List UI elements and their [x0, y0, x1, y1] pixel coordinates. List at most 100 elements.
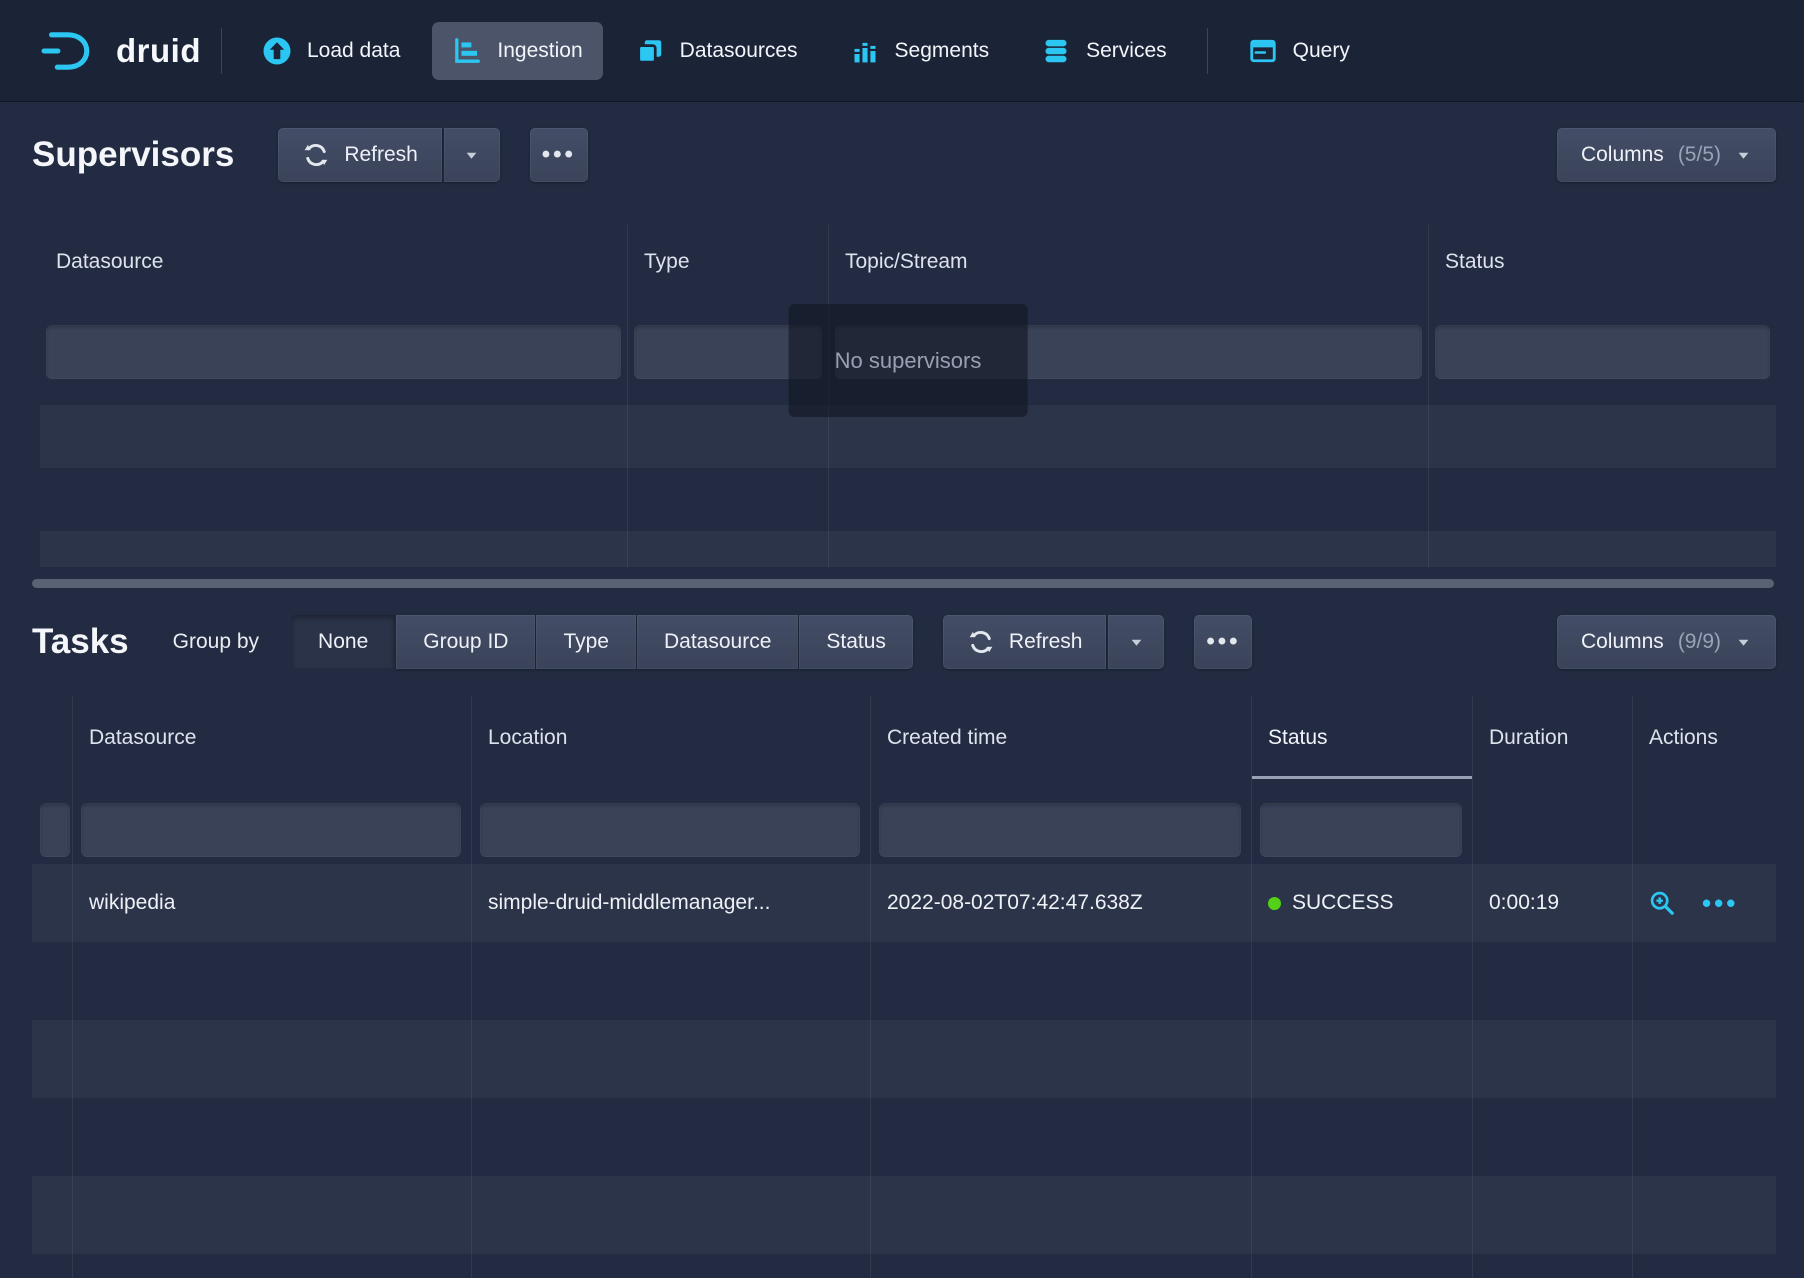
nav-label: Segments: [895, 39, 990, 63]
nav-label: Ingestion: [497, 39, 582, 63]
segments-icon: [850, 36, 880, 66]
tasks-header-row: Datasource Location Created time Status …: [32, 696, 1776, 779]
more-icon: •••: [542, 143, 576, 167]
ingestion-icon: [452, 36, 482, 66]
empty-row: [32, 1098, 1776, 1176]
refresh-icon: [967, 628, 995, 656]
empty-row: [40, 531, 1776, 567]
main-navigation: Load data Ingestion Datasources: [242, 22, 1187, 80]
tasks-columns-button[interactable]: Columns (9/9): [1557, 615, 1776, 669]
group-by-segmented-control: None Group ID Type Datasource Status: [291, 615, 913, 669]
column-header[interactable]: Location: [471, 696, 870, 779]
tasks-refresh-group: Refresh: [943, 615, 1165, 669]
nav-label: Datasources: [680, 39, 798, 63]
task-datasource-cell: wikipedia: [72, 864, 471, 942]
chevron-down-icon: [1735, 634, 1752, 651]
empty-row: [32, 1176, 1776, 1254]
supervisors-toolbar: Supervisors Refresh •••: [32, 125, 1776, 185]
row-number-filter-input[interactable]: [40, 803, 70, 857]
druid-logo[interactable]: druid: [40, 29, 201, 73]
status-dot: [1268, 897, 1281, 910]
refresh-label: Refresh: [344, 143, 418, 167]
brand-text: druid: [116, 32, 201, 70]
tasks-refresh-dropdown-button[interactable]: [1108, 615, 1164, 669]
group-by-datasource-button[interactable]: Datasource: [637, 615, 798, 669]
nav-services[interactable]: Services: [1021, 22, 1187, 80]
tasks-filter-row: [32, 779, 1776, 864]
supervisors-refresh-button[interactable]: Refresh: [278, 128, 442, 182]
nav-ingestion[interactable]: Ingestion: [432, 22, 602, 80]
supervisors-section: Supervisors Refresh •••: [0, 125, 1804, 588]
task-status-cell: SUCCESS: [1251, 864, 1472, 942]
group-by-type-button[interactable]: Type: [536, 615, 636, 669]
chevron-down-icon: [463, 147, 480, 164]
empty-state-message: No supervisors: [789, 304, 1028, 417]
column-header[interactable]: Datasource: [40, 225, 627, 299]
empty-row: [40, 468, 1776, 531]
column-header[interactable]: Created time: [870, 696, 1251, 779]
tasks-more-button[interactable]: •••: [1194, 615, 1252, 669]
chevron-down-icon: [1128, 634, 1145, 651]
supervisors-columns-button[interactable]: Columns (5/5): [1557, 128, 1776, 182]
task-row[interactable]: wikipedia simple-druid-middlemanager... …: [32, 864, 1776, 942]
created-time-filter-input[interactable]: [879, 803, 1241, 857]
row-more-actions-icon[interactable]: •••: [1702, 890, 1738, 916]
row-number-column-header: [32, 696, 72, 779]
query-navigation: Query: [1228, 22, 1370, 80]
chevron-down-icon: [1735, 147, 1752, 164]
column-header[interactable]: Datasource: [72, 696, 471, 779]
datasources-icon: [635, 36, 665, 66]
status-filter-input[interactable]: [1435, 325, 1770, 379]
more-icon: •••: [1206, 630, 1240, 654]
task-created-time-cell: 2022-08-02T07:42:47.638Z: [870, 864, 1251, 942]
datasource-filter-input[interactable]: [81, 803, 461, 857]
task-location-cell: simple-druid-middlemanager...: [471, 864, 870, 942]
upload-icon: [262, 36, 292, 66]
column-header[interactable]: Status: [1428, 225, 1776, 299]
supervisors-title: Supervisors: [32, 135, 234, 175]
empty-row: [32, 942, 1776, 1020]
refresh-icon: [302, 141, 330, 169]
location-filter-input[interactable]: [480, 803, 860, 857]
task-actions-cell: •••: [1632, 864, 1776, 942]
column-header[interactable]: Topic/Stream: [828, 225, 1428, 299]
task-duration-cell: 0:00:19: [1472, 864, 1632, 942]
columns-label: Columns: [1581, 143, 1664, 167]
status-filter-input[interactable]: [1260, 803, 1462, 857]
navbar-divider: [1207, 28, 1208, 74]
group-by-label: Group by: [173, 630, 259, 654]
nav-query[interactable]: Query: [1228, 22, 1370, 80]
column-header[interactable]: Duration: [1472, 696, 1632, 779]
magnifier-plus-icon[interactable]: [1649, 890, 1676, 917]
supervisors-refresh-group: Refresh: [278, 128, 500, 182]
column-header[interactable]: Type: [627, 225, 828, 299]
column-header-sorted[interactable]: Status: [1251, 696, 1472, 779]
group-by-status-button[interactable]: Status: [799, 615, 913, 669]
tasks-toolbar: Tasks Group by None Group ID Type Dataso…: [32, 612, 1776, 672]
nav-load-data[interactable]: Load data: [242, 22, 420, 80]
query-icon: [1248, 36, 1278, 66]
tasks-table: Datasource Location Created time Status …: [32, 696, 1776, 1278]
nav-label: Query: [1293, 39, 1350, 63]
navbar-divider: [221, 28, 222, 74]
empty-row: [32, 1020, 1776, 1098]
group-by-group-id-button[interactable]: Group ID: [396, 615, 535, 669]
supervisors-header-row: Datasource Type Topic/Stream Status: [40, 225, 1776, 299]
tasks-title: Tasks: [32, 622, 129, 662]
columns-label: Columns: [1581, 630, 1664, 654]
supervisors-refresh-dropdown-button[interactable]: [444, 128, 500, 182]
supervisors-more-button[interactable]: •••: [530, 128, 588, 182]
columns-count: (5/5): [1678, 143, 1721, 167]
nav-label: Load data: [307, 39, 400, 63]
empty-row: [32, 1254, 1776, 1278]
column-header[interactable]: Actions: [1632, 696, 1776, 779]
group-by-none-button[interactable]: None: [291, 615, 395, 669]
columns-count: (9/9): [1678, 630, 1721, 654]
nav-datasources[interactable]: Datasources: [615, 22, 818, 80]
datasource-filter-input[interactable]: [46, 325, 621, 379]
nav-segments[interactable]: Segments: [830, 22, 1010, 80]
horizontal-scrollbar[interactable]: [32, 579, 1774, 588]
services-icon: [1041, 36, 1071, 66]
tasks-refresh-button[interactable]: Refresh: [943, 615, 1107, 669]
top-navbar: druid Load data Ingestion Datasources: [0, 0, 1804, 101]
